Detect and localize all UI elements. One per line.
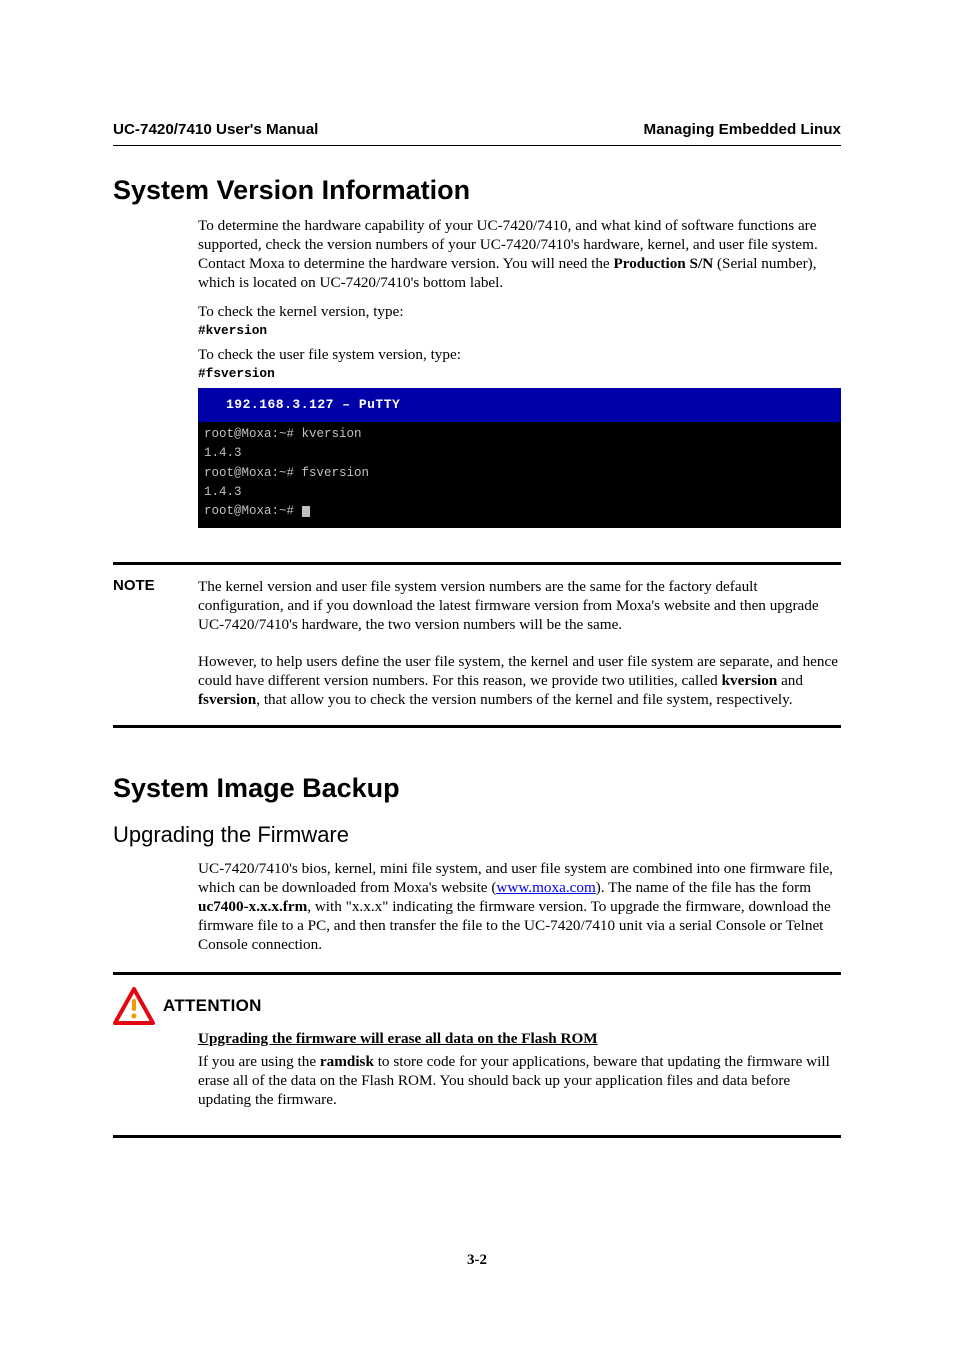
page-number: 3-2 [0,1251,954,1270]
section-2-body: UC-7420/7410's bios, kernel, mini file s… [198,859,841,954]
cursor-icon [302,506,310,517]
subsection-heading: Upgrading the Firmware [113,821,841,849]
para-upgrade-firmware: UC-7420/7410's bios, kernel, mini file s… [198,859,841,954]
text-bold: ramdisk [320,1053,374,1070]
cmd-kversion: #kversion [198,323,841,339]
cmd-fsversion: #fsversion [198,366,841,382]
note-para-2: However, to help users define the user f… [198,652,841,709]
warning-triangle-icon [113,987,155,1025]
note-block: NOTE The kernel version and user file sy… [113,562,841,728]
page-header: UC-7420/7410 User's Manual Managing Embe… [113,120,841,146]
terminal-line: 1.4.3 [198,444,841,463]
attention-label: ATTENTION [163,995,262,1016]
note-para-1: The kernel version and user file system … [198,577,841,634]
header-left: UC-7420/7410 User's Manual [113,120,318,139]
terminal-title-bar: 192.168.3.127 – PuTTY [198,388,841,422]
para-sysver-intro: To determine the hardware capability of … [198,216,841,292]
attention-block: ATTENTION Upgrading the firmware will er… [113,972,841,1138]
attention-subtitle: Upgrading the firmware will erase all da… [198,1029,841,1048]
text-bold: kversion [722,672,778,689]
section-2-heading: System Image Backup [113,772,841,806]
attention-body: Upgrading the firmware will erase all da… [198,1029,841,1109]
text-fragment: and [777,672,803,689]
attention-para: If you are using the ramdisk to store co… [198,1052,841,1109]
link-moxa[interactable]: www.moxa.com [496,879,595,896]
text-fragment: , that allow you to check the version nu… [256,691,792,708]
text-bold: fsversion [198,691,256,708]
attention-header: ATTENTION [113,987,841,1025]
para-check-fs: To check the user file system version, t… [198,345,841,364]
terminal-prompt-line: root@Moxa:~# [198,502,841,521]
header-right: Managing Embedded Linux [644,120,841,139]
terminal-window: 192.168.3.127 – PuTTY root@Moxa:~# kvers… [198,388,841,528]
para-check-kernel: To check the kernel version, type: [198,302,841,321]
terminal-line: root@Moxa:~# fsversion [198,464,841,483]
terminal-line: root@Moxa:~# kversion [198,425,841,444]
section-1-heading: System Version Information [113,174,841,208]
section-1-body: To determine the hardware capability of … [198,216,841,528]
terminal-prompt: root@Moxa:~# [204,504,302,518]
text-bold: uc7400-x.x.x.frm [198,898,307,915]
terminal-line: 1.4.3 [198,483,841,502]
text-fragment: If you are using the [198,1053,320,1070]
text-bold: Production S/N [613,255,713,272]
text-fragment: ). The name of the file has the form [596,879,811,896]
note-body: The kernel version and user file system … [198,577,841,713]
note-label: NOTE [113,577,198,596]
